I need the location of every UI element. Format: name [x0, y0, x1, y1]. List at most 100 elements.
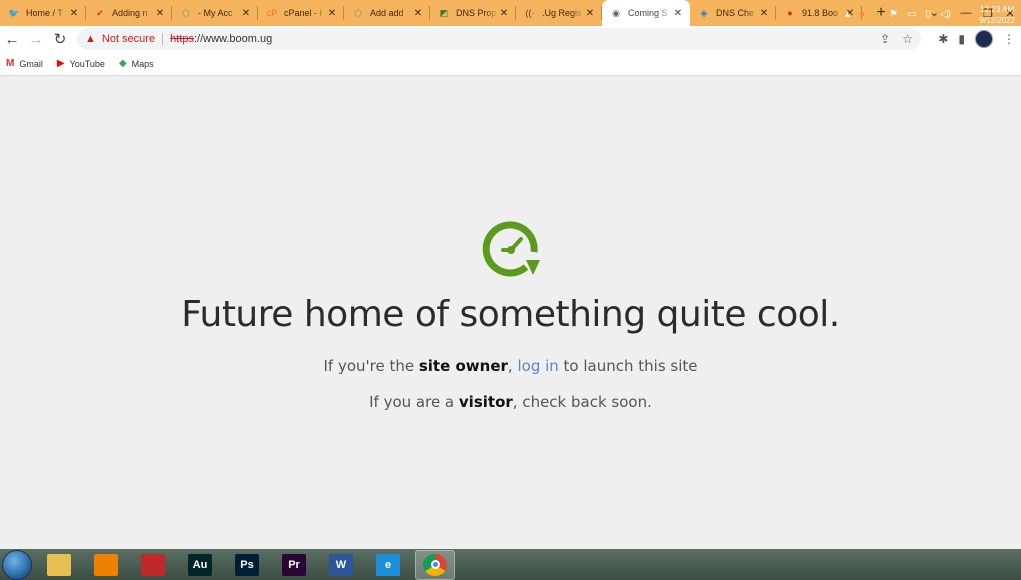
bookmark-label: Maps [131, 58, 154, 69]
tab-5[interactable]: ◩ DNS Prop ✕ [430, 0, 516, 26]
chrome-icon [423, 553, 447, 576]
tab-title: Coming S [628, 8, 668, 18]
tab-1[interactable]: ✔ Adding n ✕ [86, 0, 172, 26]
windows-taskbar: Au Ps Pr We [0, 549, 1021, 580]
taskbar-chrome[interactable] [415, 549, 455, 580]
tab-close-icon[interactable]: ✕ [412, 8, 424, 19]
tab-title: DNS Prop [456, 8, 497, 18]
back-button[interactable]: ← [0, 27, 24, 51]
show-hidden-icons-icon[interactable]: ▴ [845, 9, 850, 20]
gmail-icon: M [6, 58, 15, 69]
bookmark-label: YouTube [69, 58, 105, 69]
file-explorer-icon [47, 553, 71, 576]
tab-close-icon[interactable]: ✕ [758, 8, 770, 19]
url-scheme: https [170, 33, 194, 45]
url-text: ://www.boom.ug [193, 33, 273, 45]
filezilla-icon [141, 553, 165, 576]
tab-title: .Ug Regis [542, 8, 582, 18]
tab-title: 91.8 Boo [802, 8, 839, 18]
menu-icon[interactable]: ⋮ [1003, 32, 1015, 46]
audition-icon: Au [188, 553, 212, 576]
side-panel-icon[interactable]: ▮ [958, 32, 965, 46]
signal-icon: ((· [525, 8, 535, 18]
word-icon: W [329, 553, 353, 576]
login-link[interactable]: log in [517, 357, 558, 375]
forward-button[interactable]: → [24, 27, 48, 51]
battery-icon[interactable]: ▯ [925, 9, 931, 20]
tab-0[interactable]: 🐦 Home / T ✕ [0, 0, 86, 26]
taskbar-file-explorer[interactable] [39, 550, 79, 580]
bookmarks-bar: M Gmail ▶ YouTube ◆ Maps [0, 52, 1021, 76]
reload-button[interactable]: ↻ [48, 27, 72, 51]
taskbar-photoshop[interactable]: Ps [227, 550, 267, 580]
tab-8[interactable]: ◈ DNS Che ✕ [690, 0, 776, 26]
tab-close-icon[interactable]: ✕ [498, 8, 510, 19]
taskbar-premiere[interactable]: Pr [274, 550, 314, 580]
visitor-emphasis: visitor [458, 393, 513, 411]
taskbar-clock[interactable]: 12:23 AM 9/12/2022 [979, 4, 1015, 26]
taskbar-word[interactable]: W [321, 550, 361, 580]
tab-3[interactable]: cP cPanel - I ✕ [258, 0, 344, 26]
toolbar-actions: ✱ ▮ ⋮ [938, 30, 1015, 48]
visitor-message: If you are a visitor, check back soon. [0, 393, 1021, 411]
owner-message: If you're the site owner, log in to laun… [0, 357, 1021, 375]
tab-2[interactable]: ⬡ - My Acc ✕ [172, 0, 258, 26]
taskbar-apps: Au Ps Pr We [32, 549, 455, 580]
shield-icon: ⬡ [354, 7, 362, 18]
tab-7[interactable]: ◉ Coming S ✕ [602, 0, 690, 26]
tab-6[interactable]: ((· .Ug Regis ✕ [516, 0, 602, 26]
clock-time: 12:23 AM [980, 5, 1015, 14]
omnibox-actions: ⇪ ☆ [880, 32, 913, 46]
bookmark-label: Gmail [19, 58, 43, 69]
warning-icon[interactable]: ▲ [85, 33, 96, 45]
cpanel-icon: cP [266, 8, 278, 18]
bookmark-gmail[interactable]: M Gmail [6, 58, 43, 69]
vlc-icon [94, 553, 118, 576]
tab-close-icon[interactable]: ✕ [240, 8, 252, 19]
shield-icon: ⬡ [182, 7, 190, 18]
badge-icon: ◈ [700, 7, 708, 18]
tab-4[interactable]: ⬡ Add add ✕ [344, 0, 430, 26]
share-icon[interactable]: ⇪ [880, 32, 890, 46]
globe-icon: ◉ [612, 7, 620, 18]
owner-message-prefix: If you're the [323, 357, 419, 375]
extensions-icon[interactable]: ✱ [938, 32, 948, 46]
start-button[interactable] [2, 549, 32, 580]
divider [162, 33, 164, 45]
tab-title: cPanel - I [284, 8, 323, 18]
taskbar-internet-explorer[interactable]: e [368, 550, 408, 580]
photoshop-icon: Ps [235, 553, 259, 576]
radio-icon: ● [787, 8, 793, 18]
profile-avatar[interactable] [975, 30, 993, 48]
tab-close-icon[interactable]: ✕ [326, 8, 338, 19]
taskbar-audition[interactable]: Au [180, 550, 220, 580]
tab-title: DNS Che [716, 8, 755, 18]
tab-close-icon[interactable]: ✕ [154, 8, 166, 19]
bookmark-maps[interactable]: ◆ Maps [119, 58, 154, 69]
taskbar-vlc[interactable] [86, 550, 126, 580]
visitor-message-prefix: If you are a [369, 393, 459, 411]
action-center-icon[interactable]: ⚑ [889, 9, 898, 20]
app-tray-icon-2[interactable]: ● [874, 9, 880, 20]
clock-refresh-icon [482, 221, 540, 277]
tab-close-icon[interactable]: ✕ [584, 8, 596, 19]
page-content: Future home of something quite cool. If … [0, 77, 1021, 549]
tab-title: Add add [370, 8, 404, 18]
volume-icon[interactable]: ◁) [940, 9, 951, 20]
bookmark-star-icon[interactable]: ☆ [902, 32, 913, 46]
tab-close-icon[interactable]: ✕ [672, 8, 684, 19]
minimize-icon[interactable]: — [955, 7, 977, 19]
address-bar[interactable]: ▲ Not secure https://www.boom.ug ⇪ ☆ [77, 28, 921, 50]
premiere-icon: Pr [282, 553, 306, 576]
not-secure-label[interactable]: Not secure [102, 33, 155, 45]
browser-toolbar: ← → ↻ ▲ Not secure https://www.boom.ug ⇪… [0, 26, 1021, 52]
app-tray-icon[interactable]: ● [859, 9, 865, 20]
tab-title: Home / T [26, 8, 63, 18]
bookmark-youtube[interactable]: ▶ YouTube [57, 58, 105, 69]
clock-date: 9/12/2022 [979, 16, 1015, 25]
tab-close-icon[interactable]: ✕ [68, 8, 80, 19]
chrome-center [430, 560, 440, 569]
network-icon[interactable]: ▭ [907, 9, 916, 20]
twitter-icon: 🐦 [8, 7, 20, 18]
taskbar-filezilla[interactable] [133, 550, 173, 580]
